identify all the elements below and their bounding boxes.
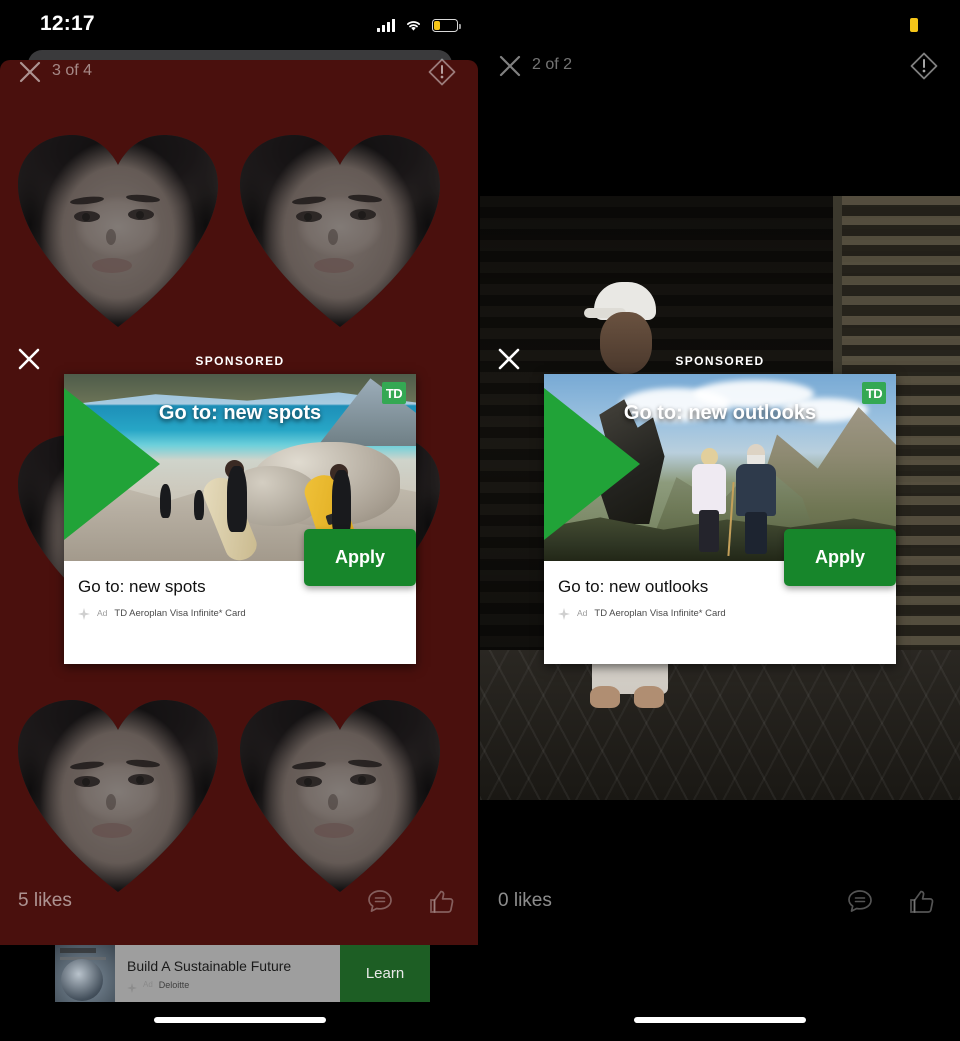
banner-meta: Ad Deloitte xyxy=(127,979,340,993)
td-brand-logo: TD xyxy=(382,382,406,404)
apply-button[interactable]: Apply xyxy=(304,529,416,586)
ad-hero-headline: Go to: new outlooks xyxy=(623,402,817,424)
close-x-icon[interactable] xyxy=(496,52,524,80)
status-bar-icons xyxy=(377,14,461,32)
comment-bubble-icon[interactable] xyxy=(844,886,876,918)
home-indicator xyxy=(154,1017,326,1023)
sponsored-label: SPONSORED xyxy=(195,354,285,368)
screenshot-stage: 12:17 3 of 4 SPONSORED Go to: new spots … xyxy=(0,0,960,1041)
ad-body: Go to: new outlooks Ad TD Aeroplan Visa … xyxy=(544,529,896,664)
engagement-bar: 0 likes xyxy=(480,880,960,930)
close-x-icon[interactable] xyxy=(16,58,44,86)
thumbs-up-icon[interactable] xyxy=(426,886,458,918)
right-phone-panel: 2 of 2 SPONSORED Go to: new outlooks TD … xyxy=(480,0,960,1041)
banner-title: Build A Sustainable Future xyxy=(127,957,292,974)
bottom-ad-banner[interactable]: Build A Sustainable Future Ad Deloitte L… xyxy=(55,945,430,1002)
engagement-icons xyxy=(844,886,938,918)
ad-card[interactable]: Go to: new spots TD Go to: new spots Ad … xyxy=(64,374,416,664)
story-top-bar: 2 of 2 xyxy=(480,46,960,92)
banner-text: Build A Sustainable Future Ad Deloitte xyxy=(115,945,340,1002)
banner-ad-tag: Ad xyxy=(143,980,153,989)
ad-choices-icon[interactable] xyxy=(78,607,90,620)
story-counter: 3 of 4 xyxy=(52,62,93,79)
banner-thumbnail xyxy=(55,945,115,1002)
heart-photo xyxy=(18,700,218,895)
banner-advertiser: Deloitte xyxy=(158,979,190,990)
ad-advertiser-name: TD Aeroplan Visa Infinite* Card xyxy=(114,607,246,619)
ad-advertiser-name: TD Aeroplan Visa Infinite* Card xyxy=(594,607,726,619)
sponsored-label: SPONSORED xyxy=(675,354,765,368)
ad-close-x-icon[interactable] xyxy=(496,346,522,372)
likes-count: 0 likes xyxy=(498,890,552,911)
ad-body: Go to: new spots Ad TD Aeroplan Visa Inf… xyxy=(64,529,416,664)
ad-meta-row: Ad TD Aeroplan Visa Infinite* Card xyxy=(558,607,882,620)
story-counter: 2 of 2 xyxy=(532,56,573,73)
engagement-bar: 5 likes xyxy=(0,880,480,930)
ad-choices-icon[interactable] xyxy=(127,980,137,993)
report-warning-icon[interactable] xyxy=(426,56,458,88)
ad-hero-headline: Go to: new spots xyxy=(158,402,322,424)
cellular-signal-icon xyxy=(377,18,395,32)
comment-bubble-icon[interactable] xyxy=(364,886,396,918)
ad-tag-label: Ad xyxy=(97,608,108,618)
heart-photo xyxy=(18,135,218,330)
banner-cta-button[interactable]: Learn xyxy=(340,945,430,1002)
home-indicator xyxy=(634,1017,806,1023)
battery-low-icon xyxy=(910,18,918,32)
status-bar: 12:17 xyxy=(0,0,480,46)
ad-tag-label: Ad xyxy=(577,608,588,618)
ad-meta-row: Ad TD Aeroplan Visa Infinite* Card xyxy=(78,607,402,620)
sponsored-ad-unit[interactable]: SPONSORED Go to: new spots TD Go to: new… xyxy=(18,348,416,664)
apply-button[interactable]: Apply xyxy=(784,529,896,586)
wifi-icon xyxy=(404,18,423,32)
heart-photo xyxy=(240,135,440,330)
heart-photo xyxy=(240,700,440,895)
sponsored-ad-unit[interactable]: SPONSORED Go to: new outlooks TD Go to: … xyxy=(498,348,896,664)
story-top-bar: 3 of 4 xyxy=(0,52,478,98)
status-bar-right xyxy=(910,18,918,32)
battery-low-icon xyxy=(432,19,461,32)
status-bar-time: 12:17 xyxy=(40,12,95,35)
left-phone-panel: 12:17 3 of 4 SPONSORED Go to: new spots … xyxy=(0,0,480,1041)
td-brand-logo: TD xyxy=(862,382,886,404)
engagement-icons xyxy=(364,886,458,918)
report-warning-icon[interactable] xyxy=(908,50,940,82)
thumbs-up-icon[interactable] xyxy=(906,886,938,918)
ad-card[interactable]: Go to: new outlooks TD Go to: new outloo… xyxy=(544,374,896,664)
ad-choices-icon[interactable] xyxy=(558,607,570,620)
ad-close-x-icon[interactable] xyxy=(16,346,42,372)
likes-count: 5 likes xyxy=(18,890,72,911)
